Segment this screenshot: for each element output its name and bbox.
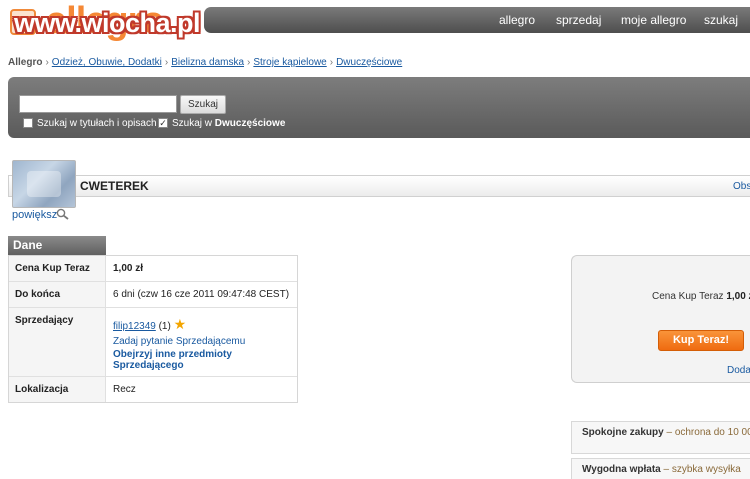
ask-seller-link[interactable]: Zadaj pytanie Sprzedającemu (113, 336, 290, 347)
promo-text: szybka wysyłka (671, 464, 741, 475)
promo-title: Spokojne zakupy (582, 427, 664, 438)
details-table: Cena Kup Teraz 1,00 zł Do końca 6 dni (c… (8, 255, 298, 403)
search-titles-label: Szukaj w tytułach i opisach (37, 118, 157, 129)
table-row: Sprzedający filip12349 (1) ★ Zadaj pytan… (9, 308, 297, 377)
table-row: Cena Kup Teraz 1,00 zł (9, 256, 297, 282)
breadcrumb-separator: › (247, 57, 251, 68)
search-category-label: Szukaj w Dwuczęściowe (172, 118, 286, 129)
search-titles-checkbox[interactable] (23, 118, 33, 128)
breadcrumb-item[interactable]: Odzież, Obuwie, Dodatki (52, 57, 162, 68)
breadcrumb-root[interactable]: Allegro (8, 57, 42, 68)
nav-szukaj[interactable]: szukaj (704, 13, 738, 27)
top-navigation: allegro sprzedaj moje allegro szukaj (204, 7, 750, 33)
item-title: CWETEREK (80, 179, 149, 193)
row-label: Lokalizacja (9, 377, 106, 402)
nav-moje-allegro[interactable]: moje allegro (621, 13, 686, 27)
nav-sprzedaj[interactable]: sprzedaj (556, 13, 601, 27)
row-label: Cena Kup Teraz (9, 256, 106, 281)
magnifier-icon[interactable] (56, 208, 70, 220)
buy-now-box: Cena Kup Teraz 1,00 zł Kup Teraz! Dodaj (571, 255, 750, 383)
add-link[interactable]: Dodaj (727, 365, 750, 376)
search-button[interactable]: Szukaj (180, 95, 226, 114)
breadcrumb: Allegro › Odzież, Obuwie, Dodatki › Bielizna… (8, 57, 402, 68)
buy-now-button[interactable]: Kup Teraz! (658, 330, 744, 351)
table-row: Do końca 6 dni (czw 16 cze 2011 09:47:48… (9, 282, 297, 308)
seller-link[interactable]: filip12349 (113, 321, 156, 332)
promo-easy-payment: Wygodna wpłata – szybka wysyłka (571, 458, 750, 479)
watermark: www.wiocha.pl (14, 8, 201, 38)
row-value: Recz (113, 384, 136, 395)
details-tab: Dane (8, 236, 106, 255)
promo-text: ochrona do 10 000 zł (674, 427, 750, 438)
seller-rating: (1) (158, 321, 171, 332)
row-label: Sprzedający (9, 308, 106, 376)
search-category-name: Dwuczęściowe (214, 118, 286, 129)
row-value: 1,00 zł (113, 263, 144, 274)
promo-title: Wygodna wpłata (582, 464, 661, 475)
breadcrumb-item[interactable]: Stroje kąpielowe (253, 57, 326, 68)
table-row: Lokalizacja Recz (9, 377, 297, 402)
breadcrumb-separator: › (164, 57, 169, 68)
search-category-checkbox[interactable]: ✓ (158, 118, 168, 128)
seller-items-link[interactable]: Obejrzyj inne przedmioty Sprzedającego (113, 349, 290, 371)
breadcrumb-item[interactable]: Bielizna damska (171, 57, 244, 68)
breadcrumb-separator: › (45, 57, 49, 68)
buy-price-label: Cena Kup Teraz 1,00 zł (652, 291, 750, 302)
row-value: 6 dni (czw 16 cze 2011 09:47:48 CEST) (113, 289, 290, 300)
row-label: Do końca (9, 282, 106, 307)
search-panel: Szukaj Szukaj w tytułach i opisach ✓ Szu… (8, 77, 750, 138)
star-icon: ★ (173, 316, 187, 332)
enlarge-link[interactable]: powiększ (12, 209, 57, 221)
breadcrumb-item[interactable]: Dwuczęściowe (336, 57, 402, 68)
seller-cell: filip12349 (1) ★ Zadaj pytanie Sprzedają… (106, 308, 297, 376)
promo-safe-shopping: Spokojne zakupy – ochrona do 10 000 zł (571, 421, 750, 454)
observe-link[interactable]: Obse (733, 181, 750, 192)
buy-price-value: 1,00 zł (726, 291, 750, 302)
nav-allegro[interactable]: allegro (499, 13, 535, 27)
item-thumbnail[interactable] (12, 160, 76, 208)
breadcrumb-separator: › (329, 57, 334, 68)
search-input[interactable] (19, 95, 177, 113)
